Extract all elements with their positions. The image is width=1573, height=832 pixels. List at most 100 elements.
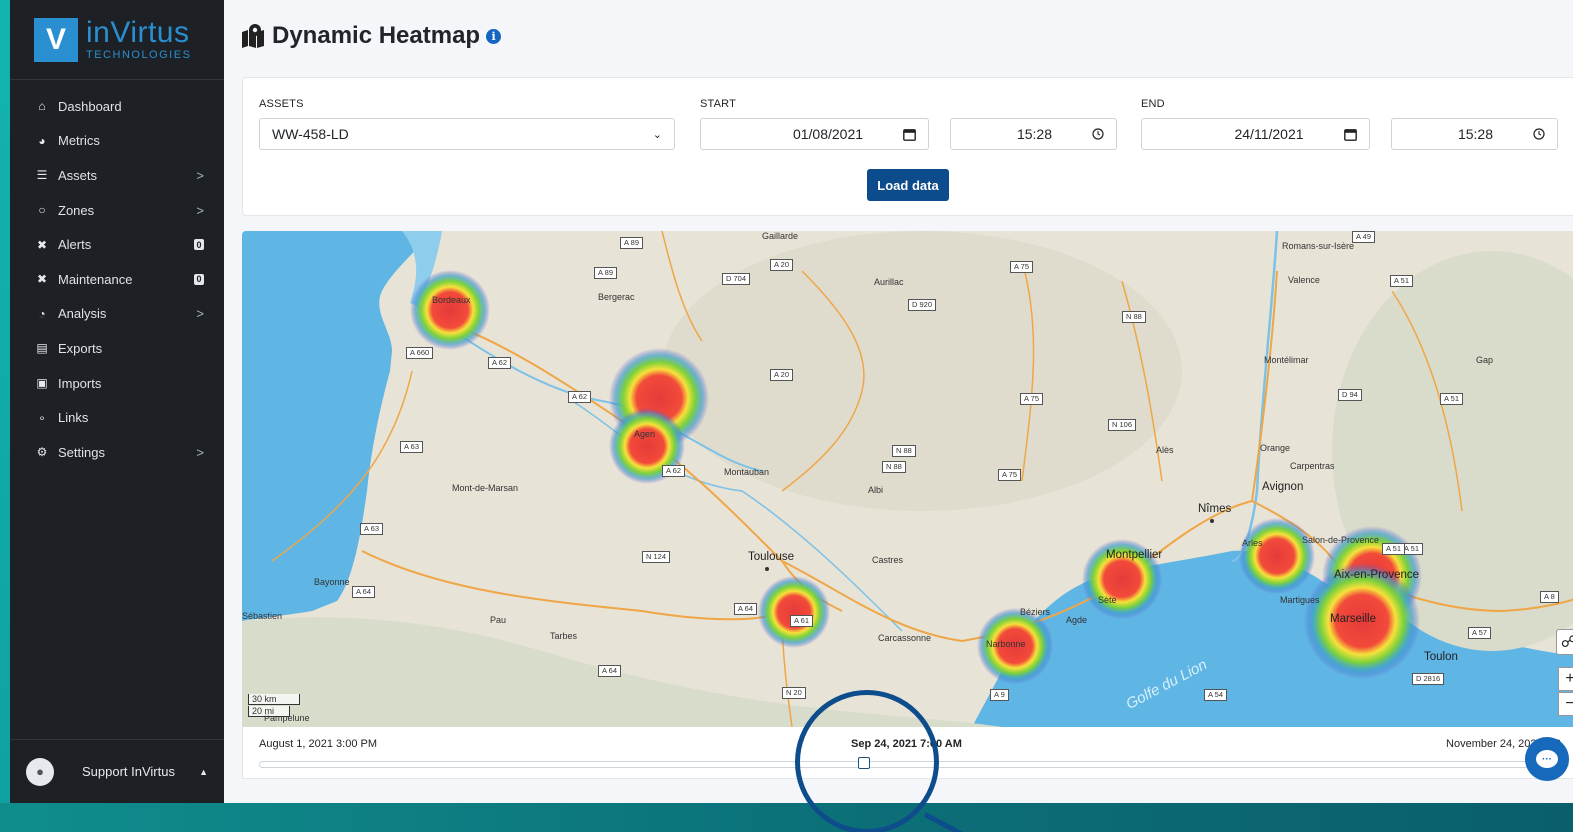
sidebar-item-analysis[interactable]: ◔ Analysis > bbox=[10, 297, 224, 332]
road-shield: N 106 bbox=[1108, 419, 1137, 431]
info-icon[interactable]: i bbox=[486, 28, 502, 44]
map-town-label: Toulouse bbox=[748, 551, 795, 563]
end-label: END bbox=[1141, 98, 1165, 110]
map-town-label: Bergerac bbox=[598, 292, 635, 302]
road-shield: A 89 bbox=[620, 237, 644, 249]
road-shield: A 64 bbox=[352, 586, 376, 598]
end-date-input[interactable]: 24/11/2021 bbox=[1141, 118, 1370, 150]
user-menu[interactable]: ● Support InVirtus ▲ bbox=[10, 739, 224, 803]
user-name: Support InVirtus bbox=[82, 764, 175, 779]
calendar-icon[interactable] bbox=[903, 128, 916, 141]
road-shield: A 63 bbox=[400, 441, 424, 453]
brand[interactable]: V inVirtus TECHNOLOGIES bbox=[10, 0, 224, 80]
road-shield: A 51 bbox=[1440, 393, 1464, 405]
sidebar-item-dashboard[interactable]: ⌂ Dashboard bbox=[10, 89, 224, 124]
assets-value: WW-458-LD bbox=[272, 126, 349, 142]
sidebar-item-assets[interactable]: ☰ Assets > bbox=[10, 158, 224, 193]
map-town-label: Sébastien bbox=[242, 611, 283, 621]
map-town-label: Salon-de-Provence bbox=[1302, 535, 1380, 545]
sidebar-item-label: Analysis bbox=[58, 306, 107, 322]
chart-pie-icon: ◔ bbox=[38, 306, 46, 321]
map-town-label: Sète bbox=[1098, 595, 1117, 605]
sidebar-item-zones[interactable]: ○ Zones > bbox=[10, 193, 224, 228]
road-shield: A 63 bbox=[360, 523, 384, 535]
map-town-label: Nîmes bbox=[1198, 503, 1232, 515]
map-town-label: Aurillac bbox=[874, 277, 904, 287]
load-data-button[interactable]: Load data bbox=[867, 169, 949, 201]
sidebar-item-metrics[interactable]: ◕ Metrics bbox=[10, 124, 224, 159]
map-town-label: Avignon bbox=[1262, 481, 1304, 493]
file-export-icon: ▤ bbox=[36, 341, 48, 356]
footer-band bbox=[0, 803, 1573, 832]
start-label: START bbox=[700, 98, 737, 110]
start-time-input[interactable]: 15:28 bbox=[950, 118, 1117, 150]
map-town-label: Valence bbox=[1288, 275, 1320, 285]
road-shield: N 20 bbox=[782, 687, 806, 699]
road-shield: A 51 bbox=[1390, 275, 1414, 287]
road-shield: N 88 bbox=[882, 461, 906, 473]
link-icon: ∘ bbox=[38, 410, 46, 425]
road-shield: A 57 bbox=[1468, 627, 1492, 639]
road-shield: A 75 bbox=[1020, 393, 1044, 405]
zoom-in-button[interactable]: + bbox=[1558, 667, 1573, 691]
sidebar-item-label: Zones bbox=[58, 202, 95, 218]
map-town-label: Pau bbox=[490, 615, 507, 625]
assets-select[interactable]: WW-458-LD ⌄ bbox=[259, 118, 675, 150]
sidebar-item-links[interactable]: ∘ Links bbox=[10, 400, 224, 435]
end-time-input[interactable]: 15:28 bbox=[1391, 118, 1558, 150]
file-import-icon: ▣ bbox=[36, 376, 48, 391]
map-town-label: Aix-en-Provence bbox=[1334, 569, 1420, 581]
sidebar-item-label: Dashboard bbox=[58, 98, 122, 114]
sidebar-item-label: Imports bbox=[58, 375, 102, 391]
map-town-label: Agde bbox=[1066, 615, 1088, 625]
circle-icon: ○ bbox=[38, 203, 46, 218]
start-time-value: 15:28 bbox=[1016, 126, 1052, 142]
road-shield: N 88 bbox=[892, 445, 916, 457]
sidebar-item-alerts[interactable]: ✖ Alerts 0 bbox=[10, 227, 224, 262]
calendar-icon[interactable] bbox=[1344, 128, 1357, 141]
map-town-label: Martigues bbox=[1280, 595, 1320, 605]
map-town-label: Montpellier bbox=[1106, 549, 1163, 561]
chevron-right-icon: > bbox=[196, 444, 204, 460]
map-town-label: Tarbes bbox=[550, 631, 578, 641]
sidebar-item-imports[interactable]: ▣ Imports bbox=[10, 366, 224, 401]
start-date-value: 01/08/2021 bbox=[792, 126, 864, 142]
map-town-label: Orange bbox=[1260, 443, 1291, 453]
sidebar-item-exports[interactable]: ▤ Exports bbox=[10, 331, 224, 366]
chat-button[interactable]: ··· bbox=[1525, 737, 1569, 781]
road-shield: D 704 bbox=[722, 273, 751, 285]
app-window: V inVirtus TECHNOLOGIES ⌂ Dashboard ◕ Metri… bbox=[10, 0, 1573, 803]
map-town-label: Agen bbox=[634, 429, 656, 439]
page-header: Dynamic Heatmap i bbox=[240, 22, 502, 50]
chevron-right-icon: > bbox=[196, 306, 204, 322]
sidebar-item-settings[interactable]: ⚙ Settings > bbox=[10, 435, 224, 470]
chevron-down-icon: ⌄ bbox=[652, 128, 662, 141]
chevron-right-icon: > bbox=[196, 202, 204, 218]
road-shield: A 75 bbox=[998, 469, 1022, 481]
road-shield: A 62 bbox=[662, 465, 686, 477]
sidebar-item-label: Links bbox=[58, 410, 89, 426]
road-shield: A 62 bbox=[488, 357, 512, 369]
map-town-label: Narbonne bbox=[986, 639, 1026, 649]
road-shield: A 49 bbox=[1352, 231, 1376, 243]
start-date-input[interactable]: 01/08/2021 bbox=[700, 118, 929, 150]
sidebar-item-maintenance[interactable]: ✖ Maintenance 0 bbox=[10, 262, 224, 297]
heatmap-map[interactable]: Bordeaux Bergerac Aurillac Agen Montauban Alb… bbox=[242, 231, 1573, 727]
map-town-label: Albi bbox=[868, 485, 884, 495]
map-marked-icon bbox=[242, 24, 264, 48]
clock-icon[interactable] bbox=[1092, 128, 1104, 140]
globe-icon[interactable]: ☍ bbox=[1556, 629, 1573, 655]
cogs-icon: ⚙ bbox=[36, 445, 48, 460]
clock-icon[interactable] bbox=[1533, 128, 1545, 140]
map-town-label: Montélimar bbox=[1264, 355, 1309, 365]
map-town-label: Marseille bbox=[1330, 613, 1377, 625]
map-town-label: Gap bbox=[1476, 355, 1494, 365]
road-shield: A 9 bbox=[990, 689, 1009, 701]
brand-subtitle: TECHNOLOGIES bbox=[86, 49, 192, 61]
tools-icon: ✖ bbox=[36, 272, 48, 287]
map-town-label: Romans-sur-Isère bbox=[1282, 241, 1355, 251]
map-town-label: Béziers bbox=[1020, 607, 1051, 617]
zoom-out-button[interactable]: − bbox=[1558, 692, 1573, 716]
road-shield: A 75 bbox=[1010, 261, 1034, 273]
road-shield: A 89 bbox=[594, 267, 618, 279]
